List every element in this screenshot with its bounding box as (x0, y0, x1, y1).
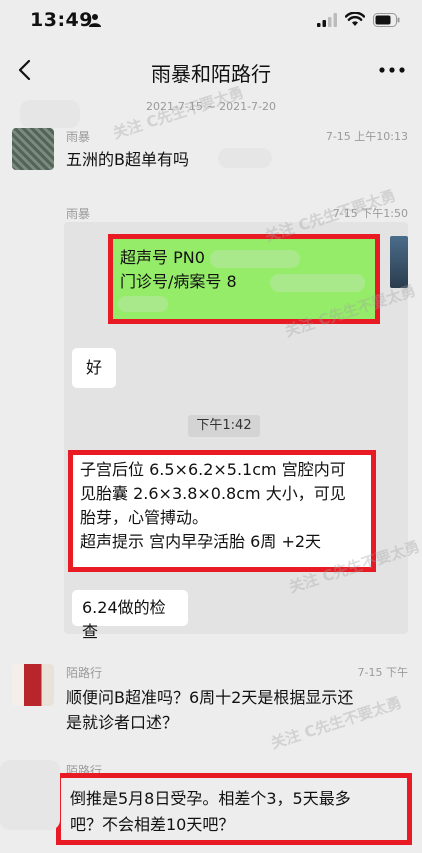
message-text[interactable]: 五洲的B超单有吗 (66, 148, 189, 172)
highlight-box (68, 450, 376, 572)
wifi-icon (345, 12, 365, 26)
message-time: 7-15 下午 (357, 666, 408, 679)
person-icon (89, 14, 101, 27)
redaction-blur (0, 760, 60, 830)
time-divider: 下午1:42 (188, 415, 260, 437)
message-text[interactable]: 顺便问B超准吗？6周十2天是根据显示还 (66, 686, 353, 710)
highlight-box (56, 773, 412, 845)
redaction-blur (20, 100, 80, 128)
chat-title: 雨暴和陌路行 (151, 62, 271, 86)
chat-bubble[interactable]: 6.24做的检查 (72, 590, 188, 641)
avatar[interactable] (12, 664, 54, 706)
battery-icon (373, 12, 400, 27)
redaction-blur (218, 148, 272, 168)
sender-name: 雨暴 (66, 130, 91, 144)
more-button[interactable] (374, 54, 410, 86)
status-bar: 13:49 (0, 0, 422, 40)
more-icon (379, 67, 405, 73)
chat-bubble[interactable]: 好 (72, 348, 116, 388)
status-time: 13:49 (30, 9, 93, 31)
sender-name: 雨暴 (66, 207, 91, 221)
message-text[interactable]: 是就诊者口述？ (66, 711, 178, 735)
message-time: 7-15 上午10:13 (325, 130, 408, 143)
avatar (390, 236, 408, 288)
avatar[interactable] (12, 128, 54, 170)
sender-name: 陌路行 (66, 666, 103, 680)
signal-icon (317, 12, 337, 27)
